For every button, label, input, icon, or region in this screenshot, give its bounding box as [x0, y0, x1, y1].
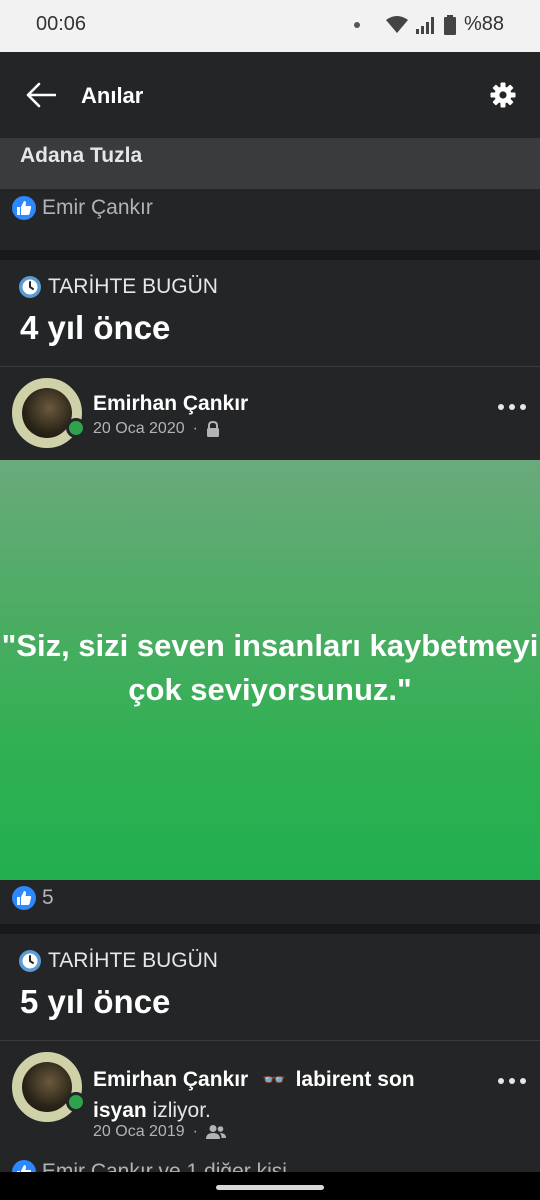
- more-options-icon[interactable]: [498, 402, 526, 412]
- system-nav-bar: [0, 1172, 540, 1200]
- avatar[interactable]: [12, 378, 82, 448]
- status-time: 00:06: [36, 13, 87, 35]
- section-label: TARİHTE BUGÜN: [48, 949, 218, 972]
- meta-separator: ·: [192, 1123, 198, 1140]
- back-arrow-icon[interactable]: [26, 82, 56, 108]
- post-date[interactable]: 20 Oca 2020: [93, 420, 185, 438]
- meta-separator: ·: [192, 420, 198, 437]
- like-icon: [12, 886, 36, 910]
- post-author-line: Emirhan Çankır 👓 labirent son isyan izli…: [93, 1065, 493, 1126]
- location-strip[interactable]: Adana Tuzla: [0, 138, 540, 188]
- years-ago-title: 5 yıl önce: [20, 983, 171, 1020]
- section-label: TARİHTE BUGÜN: [48, 275, 218, 298]
- app-bar: Anılar: [0, 52, 540, 138]
- status-icons: %88: [353, 13, 504, 36]
- page-title: Anılar: [81, 83, 144, 108]
- battery-icon: [443, 14, 456, 35]
- post-meta: 20 Oca 2019 ·: [93, 1123, 226, 1141]
- like-count: 5: [42, 886, 54, 909]
- more-options-icon[interactable]: [498, 1076, 526, 1086]
- gear-icon[interactable]: [490, 82, 516, 108]
- quote-text: "Siz, sizi seven insanları kaybetmeyi ço…: [1, 628, 539, 707]
- memory-section-header: TARİHTE BUGÜN 5 yıl önce: [18, 949, 218, 1021]
- battery-percent: %88: [463, 13, 504, 35]
- activity-title[interactable]: labirent son: [296, 1068, 415, 1091]
- signal-icon: [415, 16, 434, 34]
- location-name: Adana Tuzla: [20, 144, 143, 167]
- friends-audience-icon: [205, 1125, 226, 1139]
- clock-history-icon: [19, 950, 41, 972]
- glasses-icon: 👓: [262, 1070, 286, 1091]
- post-date[interactable]: 20 Oca 2019: [93, 1123, 185, 1141]
- notification-dot-icon: [353, 21, 360, 28]
- reaction-names: Emir Çankır: [42, 196, 153, 219]
- status-bar: 00:06 %88: [0, 0, 540, 52]
- wifi-icon: [385, 15, 408, 33]
- divider: [0, 188, 540, 189]
- avatar[interactable]: [12, 1052, 82, 1122]
- activity-title-cont[interactable]: isyan: [93, 1099, 147, 1122]
- reaction-bar: [0, 880, 540, 924]
- home-gesture-handle[interactable]: [216, 1185, 324, 1190]
- memory-section-header: TARİHTE BUGÜN 4 yıl önce: [18, 275, 218, 347]
- online-status-icon: [66, 418, 86, 438]
- post-author[interactable]: Emirhan Çankır: [93, 1068, 248, 1091]
- activity-verb: izliyor.: [152, 1099, 211, 1122]
- lock-icon: [206, 421, 219, 437]
- online-status-icon: [66, 1092, 86, 1112]
- quote-post-background: "Siz, sizi seven insanları kaybetmeyi ço…: [0, 460, 540, 880]
- reaction-row[interactable]: Emir Çankır: [12, 196, 153, 220]
- like-count-row[interactable]: 5: [12, 886, 54, 910]
- post-author[interactable]: Emirhan Çankır: [93, 392, 248, 416]
- years-ago-title: 4 yıl önce: [20, 309, 171, 346]
- clock-history-icon: [19, 276, 41, 298]
- post-meta: 20 Oca 2020 ·: [93, 420, 220, 438]
- like-icon: [12, 196, 36, 220]
